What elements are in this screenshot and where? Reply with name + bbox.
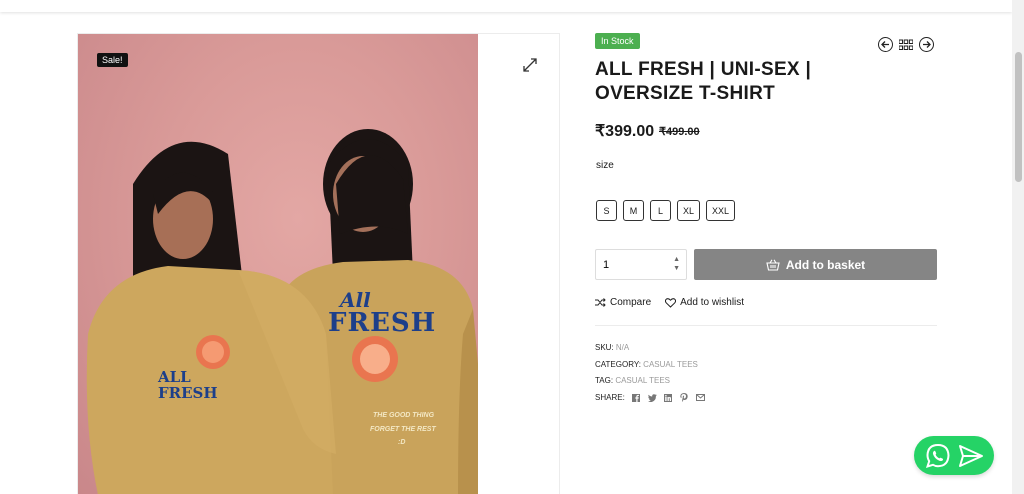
share-row: SHARE: <box>595 390 705 407</box>
scrollbar-thumb[interactable] <box>1015 52 1022 182</box>
email-icon[interactable] <box>695 393 705 402</box>
twitter-icon[interactable] <box>647 393 657 402</box>
size-options: S M L XL XXL <box>596 200 736 221</box>
facebook-icon[interactable] <box>632 393 641 402</box>
wishlist-label: Add to wishlist <box>680 297 745 308</box>
sku-label: SKU: <box>595 343 614 352</box>
shirt-print-front: ALL FRESH <box>158 368 218 402</box>
quantity-up-icon[interactable]: ▲ <box>673 255 680 264</box>
compare-link[interactable]: Compare <box>595 297 651 308</box>
product-actions: Compare Add to wishlist <box>595 297 744 308</box>
shirt-print-tagline-3: :D <box>398 439 406 446</box>
heart-icon <box>665 297 677 308</box>
basket-icon <box>766 259 780 271</box>
size-option-l[interactable]: L <box>650 200 671 221</box>
wishlist-link[interactable]: Add to wishlist <box>665 297 744 308</box>
category-label: CATEGORY: <box>595 359 641 369</box>
add-to-basket-button[interactable]: Add to basket <box>694 249 937 280</box>
size-option-s[interactable]: S <box>596 200 617 221</box>
page-scrollbar[interactable] <box>1012 0 1024 494</box>
quantity-arrows: ▲ ▼ <box>673 255 680 273</box>
regular-price: ₹499.00 <box>659 126 700 138</box>
size-option-xl[interactable]: XL <box>677 200 701 221</box>
pinterest-icon[interactable] <box>680 393 689 403</box>
linkedin-icon[interactable] <box>664 393 673 402</box>
shirt-print-back-fresh: FRESH <box>328 308 437 338</box>
shirt-print-tagline-2: FORGET THE REST <box>370 426 436 433</box>
sale-badge: Sale! <box>97 53 128 67</box>
tag-link[interactable]: CASUAL TEES <box>615 376 670 385</box>
product-gallery: ALL FRESH All FRESH THE GOOD THING FORGE… <box>77 33 560 494</box>
tag-label: TAG: <box>595 376 614 385</box>
whatsapp-icon[interactable] <box>925 443 951 469</box>
product-navigation <box>878 37 934 52</box>
quantity-input[interactable] <box>596 250 656 279</box>
prev-product-icon[interactable] <box>878 37 893 52</box>
sku-row: SKU: N/A <box>595 340 705 357</box>
next-product-icon[interactable] <box>919 37 934 52</box>
product-photo-illustration <box>86 129 478 494</box>
product-meta: SKU: N/A CATEGORY: CASUAL TEES TAG: CASU… <box>595 340 705 406</box>
tag-row: TAG: CASUAL TEES <box>595 373 705 390</box>
size-label: size <box>596 160 614 171</box>
category-row: CATEGORY: CASUAL TEES <box>595 357 705 374</box>
product-title: ALL FRESH | UNI-SEX | OVERSIZE T-SHIRT <box>595 59 812 104</box>
share-label: SHARE: <box>595 392 625 402</box>
expand-icon[interactable] <box>521 56 539 74</box>
chat-widget <box>914 436 994 475</box>
category-link[interactable]: CASUAL TEES <box>643 360 698 369</box>
stock-badge: In Stock <box>595 33 640 49</box>
sku-value: N/A <box>615 343 630 352</box>
size-option-xxl[interactable]: XXL <box>706 200 736 221</box>
compare-label: Compare <box>610 297 652 308</box>
header-bar <box>0 0 1012 12</box>
send-icon[interactable] <box>958 444 984 468</box>
shirt-print-tagline-1: THE GOOD THING <box>373 412 435 419</box>
sale-price: ₹399.00 <box>595 123 655 140</box>
size-option-m[interactable]: M <box>623 200 644 221</box>
add-to-basket-label: Add to basket <box>785 257 866 272</box>
quantity-down-icon[interactable]: ▼ <box>673 264 680 273</box>
divider <box>595 325 937 326</box>
compare-icon <box>595 298 606 307</box>
grid-icon[interactable] <box>899 39 913 51</box>
quantity-stepper: ▲ ▼ <box>595 249 687 280</box>
product-photo[interactable]: ALL FRESH All FRESH THE GOOD THING FORGE… <box>78 34 478 494</box>
